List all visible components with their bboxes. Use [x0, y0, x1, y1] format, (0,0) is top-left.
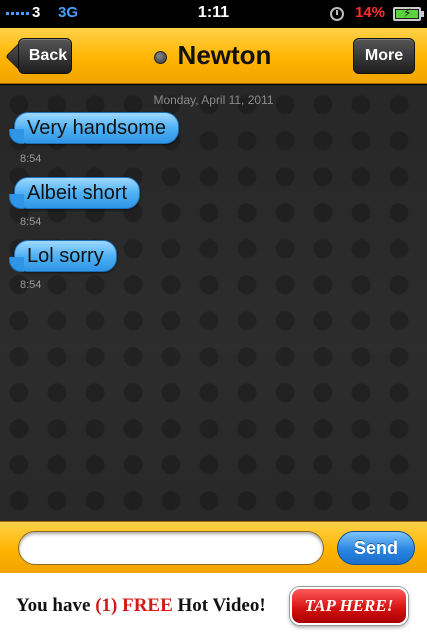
ad-banner[interactable]: You have (1) FREE Hot Video! TAP HERE!	[0, 573, 427, 640]
nav-bar: Back Newton More	[0, 28, 427, 84]
back-button[interactable]: Back	[18, 38, 72, 74]
ad-text[interactable]: You have (1) FREE Hot Video!	[16, 595, 266, 617]
send-button[interactable]: Send	[337, 531, 415, 565]
clock-icon	[330, 7, 344, 21]
ad-text-after: Hot Video!	[172, 595, 266, 616]
date-header: Monday, April 11, 2011	[153, 93, 274, 107]
more-button[interactable]: More	[353, 38, 415, 74]
battery-charging-icon: ⚡	[393, 6, 424, 21]
bolt-icon: ⚡	[403, 6, 412, 20]
composer-bar: Send	[0, 521, 427, 573]
contact-name[interactable]: Newton	[156, 40, 272, 70]
message-bubble[interactable]: Lol sorry	[9, 240, 117, 272]
message-bubble[interactable]: Very handsome	[9, 112, 179, 144]
message-time: 8:54	[20, 279, 42, 291]
status-bar: 3 3G 1:11 14% ⚡	[0, 0, 427, 28]
ad-highlight: (1) FREE	[95, 595, 173, 616]
message-time: 8:54	[20, 216, 42, 228]
battery-percent: 14%	[355, 4, 386, 21]
message-time: 8:54	[20, 153, 42, 165]
chat-area[interactable]: Monday, April 11, 2011 Very handsome 8:5…	[0, 85, 427, 521]
ad-cta-button[interactable]: TAP HERE!	[290, 587, 408, 625]
back-button-wrap: Back	[0, 28, 90, 84]
ad-text-before: You have	[16, 595, 96, 616]
message-input[interactable]	[18, 531, 324, 565]
message-bubble[interactable]: Albeit short	[8, 177, 141, 209]
